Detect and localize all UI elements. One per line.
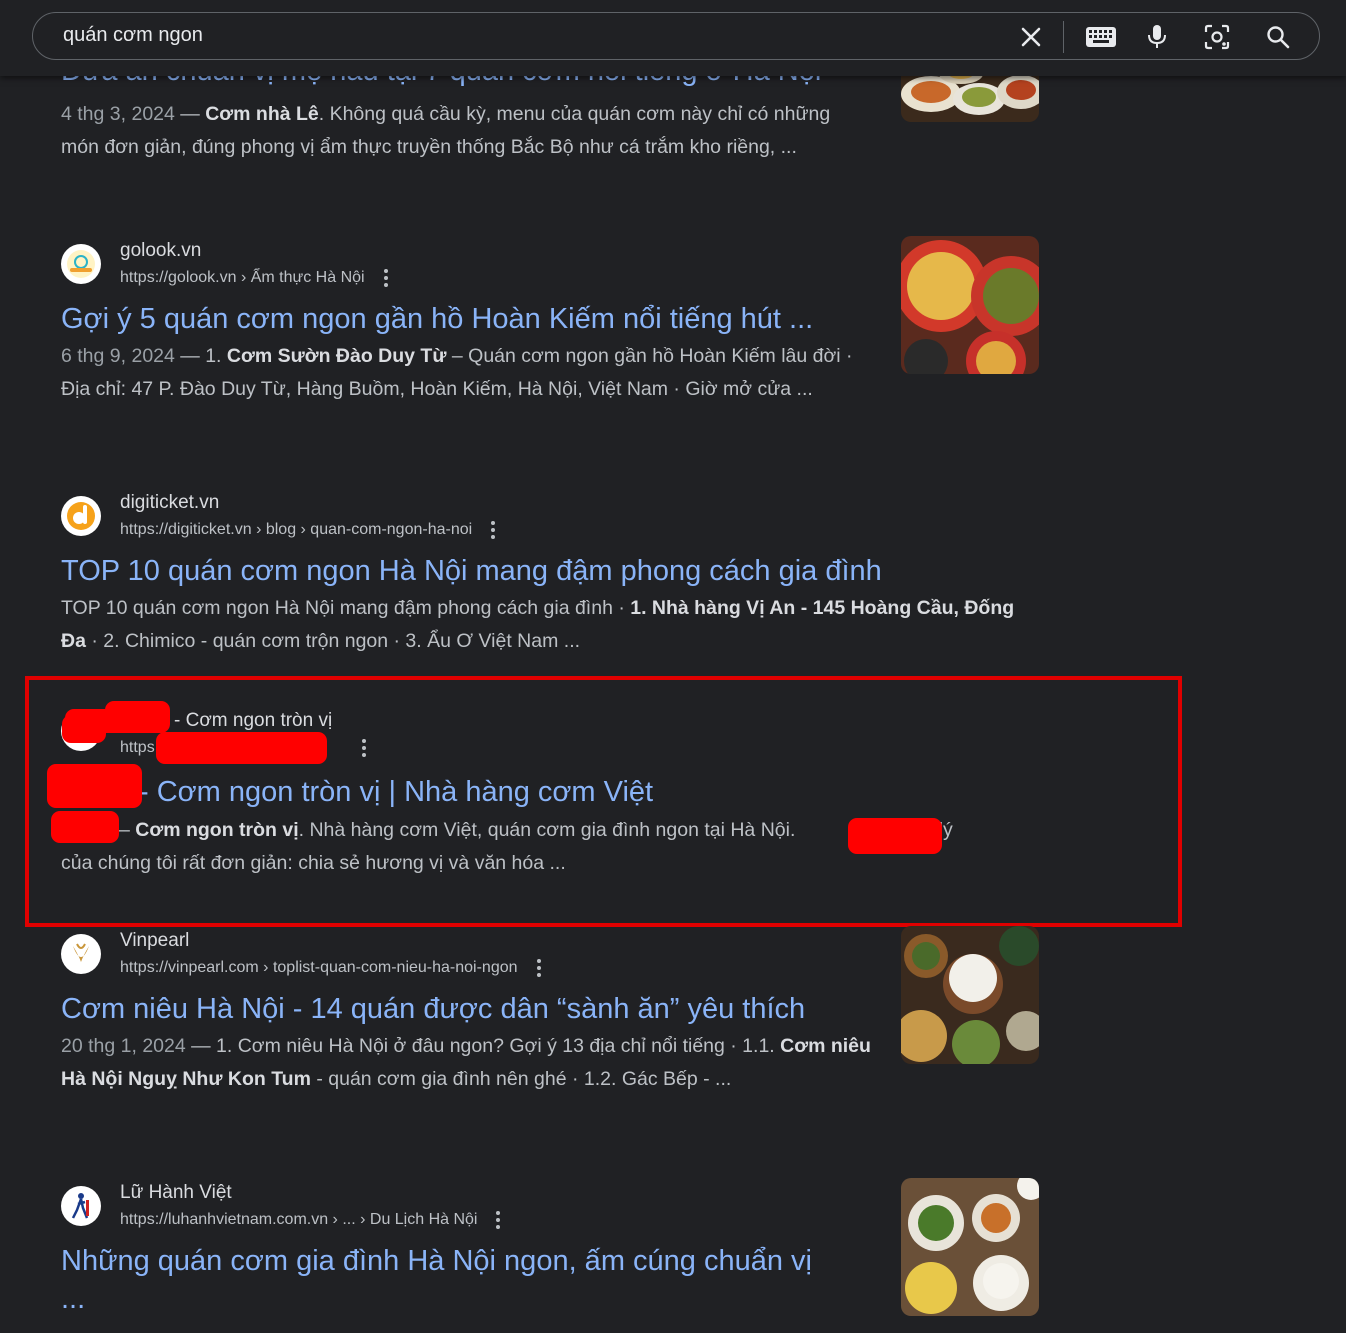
mic-icon[interactable] — [1143, 23, 1171, 51]
luhanhviet-favicon-icon — [61, 1186, 101, 1226]
snippet-text: - quán cơm gia đình nên ghé · 1.2. Gác B… — [310, 1068, 732, 1090]
result-url: https://golook.vn › Ẩm thực Hà Nội — [120, 269, 389, 287]
snippet-text: TOP 10 quán cơm ngon Hà Nội mang đậm pho… — [61, 597, 631, 619]
result-site-name: golook.vn — [120, 240, 202, 261]
result-date: 4 thg 3, 2024 — [61, 103, 175, 125]
search-icon[interactable] — [1264, 23, 1292, 51]
result-url-text: https://vinpearl.com › toplist-quan-com-… — [120, 959, 518, 977]
snippet-text: — 1. Cơm niêu Hà Nội ở đâu ngon? Gợi ý 1… — [185, 1035, 781, 1057]
result-date: 20 thg 1, 2024 — [61, 1035, 186, 1057]
more-options-icon[interactable] — [383, 269, 389, 287]
result-url-text: https://luhanhvietnam.com.vn › ... › Du … — [120, 1211, 478, 1229]
result-date: 6 thg 9, 2024 — [61, 345, 175, 367]
vinpearl-favicon-icon — [61, 934, 101, 974]
search-divider — [1063, 21, 1064, 53]
result-thumbnail[interactable] — [901, 1178, 1039, 1316]
cutoff-text-line — [61, 1326, 861, 1333]
snippet-text: . Không quá cầu kỳ, menu của quán cơm nà… — [61, 103, 831, 158]
result-site-name: Lữ Hành Việt — [120, 1182, 232, 1203]
result-url: https://digiticket.vn › blog › quan-com-… — [120, 521, 496, 539]
snippet-text: · 2. Chimico - quán cơm trộn ngon · 3. Ẩ… — [85, 630, 581, 652]
snippet-text: — 1. — [174, 345, 227, 367]
more-options-icon[interactable] — [490, 521, 496, 539]
result-thumbnail[interactable] — [901, 926, 1039, 1064]
result-url: https://luhanhvietnam.com.vn › ... › Du … — [120, 1211, 501, 1229]
golook-favicon-icon — [61, 244, 101, 284]
more-options-icon[interactable] — [536, 959, 542, 977]
result-source[interactable]: digiticket.vn https://digiticket.vn › bl… — [61, 488, 1061, 544]
result-url-text: https://golook.vn › Ẩm thực Hà Nội — [120, 269, 365, 287]
result-url: https://vinpearl.com › toplist-quan-com-… — [120, 959, 542, 977]
result-snippet: 20 thg 1, 2024 — 1. Cơm niêu Hà Nội ở đâ… — [61, 1030, 871, 1096]
search-result: digiticket.vn https://digiticket.vn › bl… — [61, 488, 1061, 658]
result-title-link[interactable]: TOP 10 quán cơm ngon Hà Nội mang đậm pho… — [61, 552, 1061, 590]
result-url-text: https://digiticket.vn › blog › quan-com-… — [120, 521, 473, 539]
result-site-name: Vinpearl — [120, 930, 190, 951]
more-options-icon[interactable] — [495, 1211, 501, 1229]
highlight-box — [25, 676, 1182, 927]
result-site-name: digiticket.vn — [120, 492, 220, 513]
result-snippet: 6 thg 9, 2024 — 1. Cơm Sườn Đào Duy Từ –… — [61, 340, 871, 406]
lens-icon[interactable] — [1203, 23, 1231, 51]
snippet-bold: Cơm nhà Lê — [205, 103, 319, 125]
search-header: quán cơm ngon — [0, 0, 1346, 76]
keyboard-icon[interactable] — [1085, 23, 1117, 51]
result-thumbnail[interactable] — [901, 236, 1039, 374]
digiticket-favicon-icon — [61, 496, 101, 536]
search-box[interactable]: quán cơm ngon — [32, 12, 1320, 60]
result-snippet: TOP 10 quán cơm ngon Hà Nội mang đậm pho… — [61, 592, 1041, 658]
snippet-bold: Cơm Sườn Đào Duy Từ — [226, 345, 447, 367]
search-input[interactable]: quán cơm ngon — [63, 24, 203, 47]
close-icon[interactable] — [1017, 23, 1045, 51]
result-snippet: 4 thg 3, 2024 — Cơm nhà Lê. Không quá cầ… — [61, 103, 831, 158]
